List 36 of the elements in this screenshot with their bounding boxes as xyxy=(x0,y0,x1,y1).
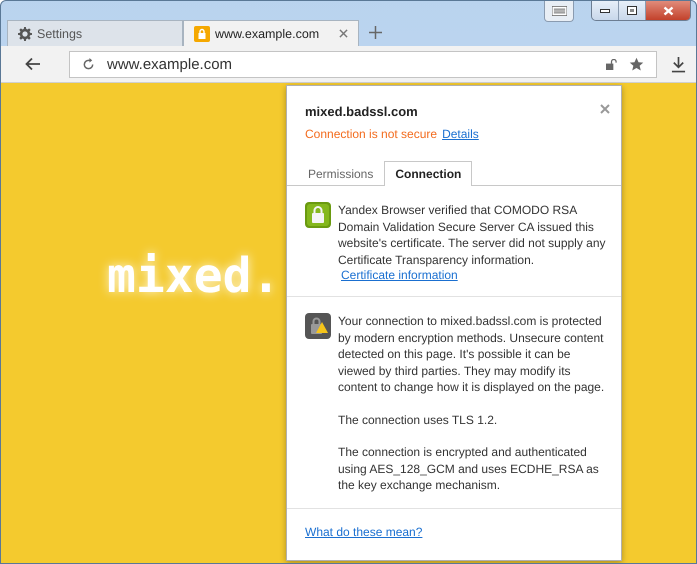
page-heading: mixed. xyxy=(107,248,280,304)
popup-tab[interactable]: Connection xyxy=(384,161,472,186)
minimize-icon xyxy=(600,8,610,12)
unlocked-padlock-icon[interactable] xyxy=(606,58,617,70)
certificate-info-link[interactable]: Certificate information xyxy=(341,268,458,282)
menu-button[interactable] xyxy=(544,1,574,22)
maximize-button[interactable] xyxy=(619,1,646,20)
browser-tab[interactable]: Settings xyxy=(7,20,183,46)
minimize-button[interactable] xyxy=(592,1,619,20)
browser-tab[interactable]: www.example.com xyxy=(183,20,359,46)
lock-icon xyxy=(305,202,331,228)
warning-lock-icon xyxy=(305,313,331,339)
connection-description: The connection is encrypted and authenticated using AES_128_GCM and uses ECDHE_RSA as the key exchange mechanism. xyxy=(338,444,600,494)
url-text: www.example.com xyxy=(107,56,234,72)
lock-icon xyxy=(194,26,210,42)
menu-icon xyxy=(552,6,566,16)
security-status: Connection is not secure xyxy=(305,127,438,141)
reload-icon[interactable] xyxy=(82,58,95,70)
site-host: mixed.badssl.com xyxy=(305,104,418,119)
star-icon[interactable] xyxy=(629,56,644,72)
close-icon[interactable] xyxy=(600,104,610,114)
close-button[interactable] xyxy=(646,1,690,20)
details-link[interactable]: Details xyxy=(442,127,479,141)
back-arrow-icon[interactable] xyxy=(25,57,41,71)
popup-tab[interactable]: Permissions xyxy=(297,161,384,186)
connection-description: The connection uses TLS 1.2. xyxy=(338,412,498,428)
download-icon[interactable] xyxy=(671,56,686,72)
help-link[interactable]: What do these mean? xyxy=(305,524,422,538)
maximize-icon xyxy=(627,6,637,15)
address-bar[interactable]: www.example.com xyxy=(69,50,657,78)
certificate-description: Yandex Browser verified that COMODO RSA Domain Validation Secure Server CA issued this website's certificate. The server did not supply any Certificate Transparency information. xyxy=(338,202,607,268)
connection-description: Your connection to mixed.badssl.com is protected by modern encryption methods. Unsecure content detected on this page. It's possible it can be viewed by third parties. They may modify its content to change how it is displayed on the page. xyxy=(338,313,606,396)
new-tab-icon[interactable] xyxy=(369,26,382,39)
close-icon[interactable] xyxy=(339,29,348,38)
gear-icon xyxy=(18,26,32,40)
close-icon xyxy=(662,6,674,16)
